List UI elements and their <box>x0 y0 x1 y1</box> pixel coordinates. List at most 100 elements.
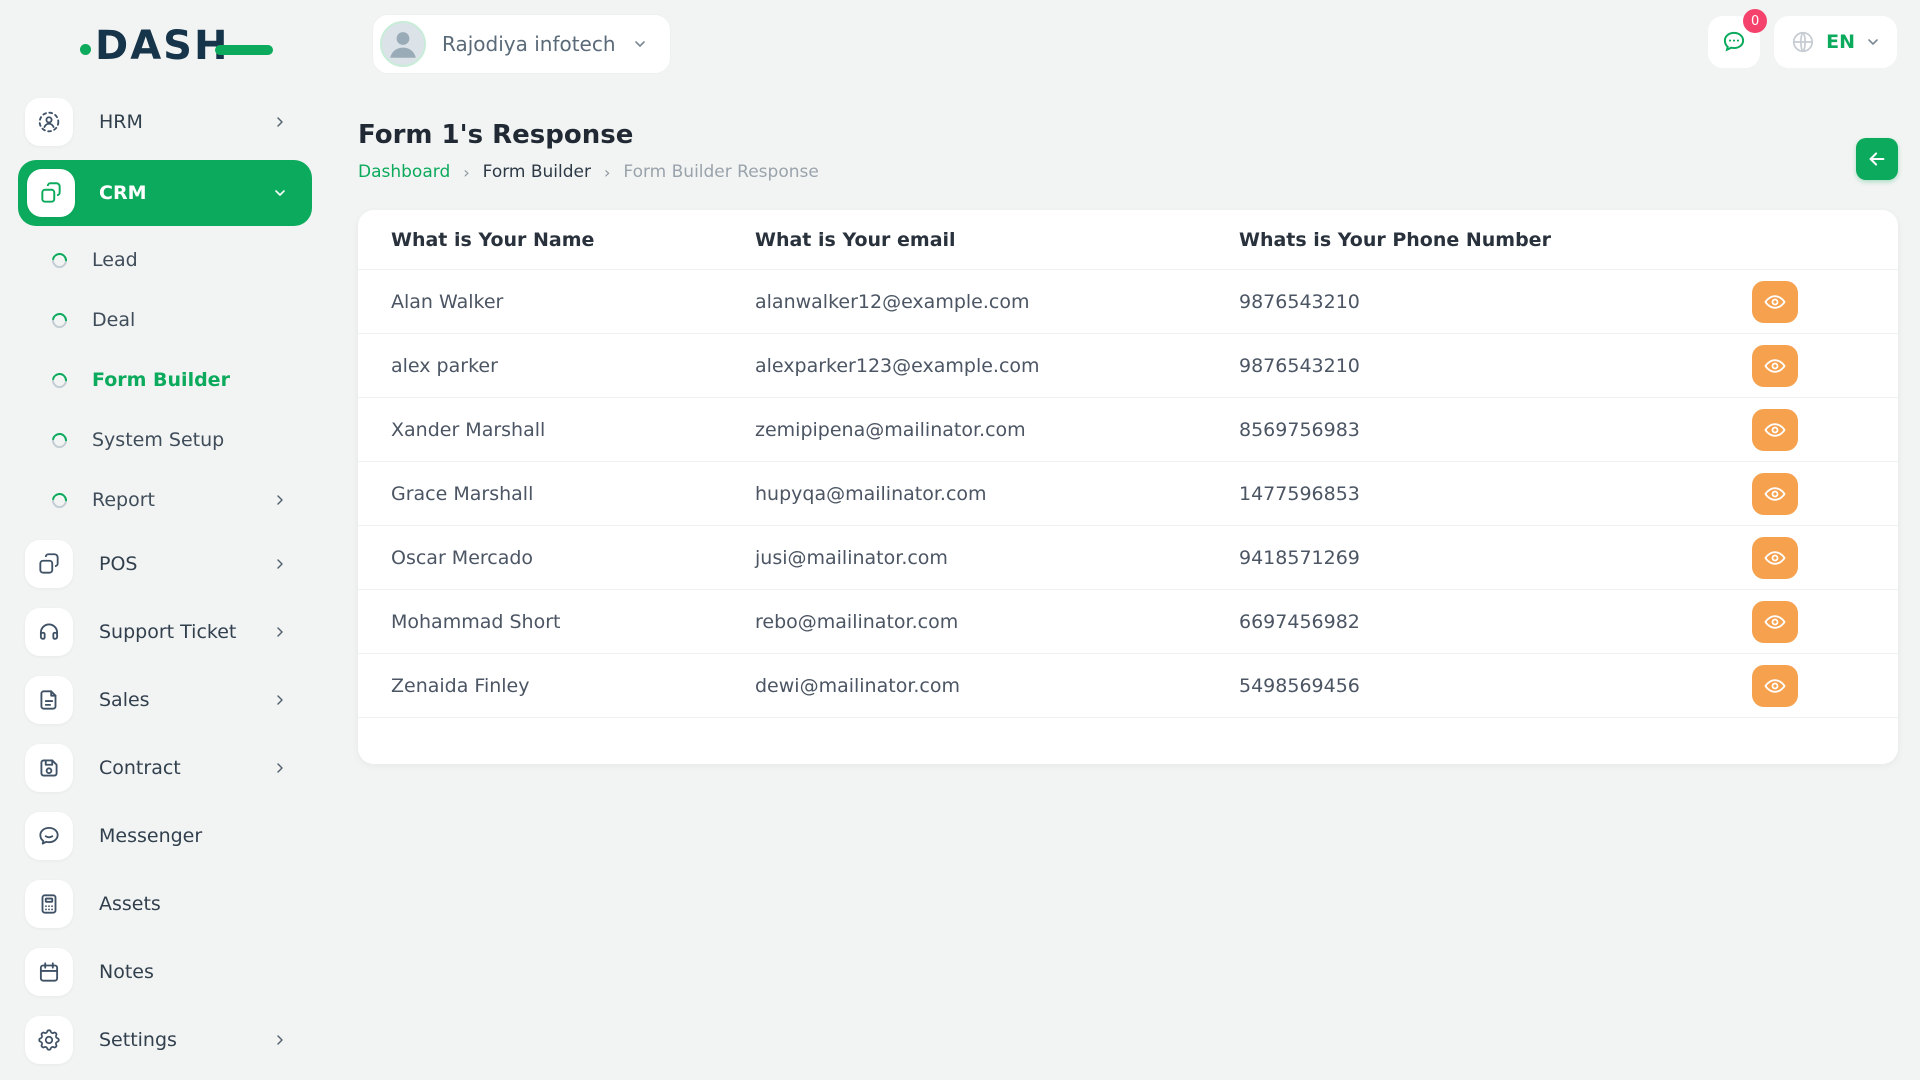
sidebar-item-label: Contract <box>99 757 181 779</box>
table-row: alex parker alexparker123@example.com 98… <box>358 334 1898 398</box>
breadcrumb-separator: › <box>463 163 469 182</box>
view-response-button[interactable] <box>1752 281 1798 323</box>
column-header-phone: Whats is Your Phone Number <box>1239 229 1752 251</box>
cell-name: Alan Walker <box>391 291 755 313</box>
table-row: Xander Marshall zemipipena@mailinator.co… <box>358 398 1898 462</box>
sidebar-item-label: POS <box>99 553 137 575</box>
cell-name: alex parker <box>391 355 755 377</box>
cell-name: Mohammad Short <box>391 611 755 633</box>
chevron-right-icon <box>272 1032 288 1048</box>
cell-phone: 8569756983 <box>1239 419 1752 441</box>
crm-icon <box>27 169 75 217</box>
chevron-right-icon <box>272 692 288 708</box>
sidebar-subitem-label: Lead <box>92 249 138 271</box>
eye-icon <box>1763 418 1787 442</box>
language-code: EN <box>1826 31 1855 53</box>
chevron-right-icon <box>272 556 288 572</box>
sidebar-item-label: Messenger <box>99 825 202 847</box>
chevron-right-icon <box>272 114 288 130</box>
eye-icon <box>1763 482 1787 506</box>
cell-email: alexparker123@example.com <box>755 355 1239 377</box>
chevron-down-icon <box>272 185 288 201</box>
avatar <box>380 21 426 67</box>
breadcrumb-current: Form Builder Response <box>623 162 818 182</box>
column-header-email: What is Your email <box>755 229 1239 251</box>
cell-email: rebo@mailinator.com <box>755 611 1239 633</box>
sidebar-subitem-system-setup[interactable]: System Setup <box>0 410 330 470</box>
sidebar-item-notes[interactable]: Notes <box>0 938 330 1006</box>
headphones-icon <box>25 608 73 656</box>
table-header-row: What is Your Name What is Your email Wha… <box>358 210 1898 270</box>
floppy-disk-icon <box>25 744 73 792</box>
sidebar-item-assets[interactable]: Assets <box>0 870 330 938</box>
eye-icon <box>1763 354 1787 378</box>
sidebar-item-label: HRM <box>99 111 143 133</box>
sidebar-item-label: Assets <box>99 893 161 915</box>
logo-dash-icon <box>215 45 273 55</box>
sidebar-subitem-form-builder[interactable]: Form Builder <box>0 350 330 410</box>
sidebar-subitem-label: Form Builder <box>92 369 230 391</box>
cell-phone: 9876543210 <box>1239 355 1752 377</box>
bullet-icon <box>49 309 70 330</box>
sidebar-item-label: Sales <box>99 689 150 711</box>
gear-icon <box>25 1016 73 1064</box>
eye-icon <box>1763 290 1787 314</box>
messenger-icon <box>25 812 73 860</box>
cell-name: Grace Marshall <box>391 483 755 505</box>
cell-email: zemipipena@mailinator.com <box>755 419 1239 441</box>
sidebar-item-messenger[interactable]: Messenger <box>0 802 330 870</box>
sidebar-subitem-lead[interactable]: Lead <box>0 230 330 290</box>
bullet-icon <box>49 489 70 510</box>
logo-text: DASH <box>95 26 229 66</box>
sidebar-item-settings[interactable]: Settings <box>0 1006 330 1074</box>
calendar-icon <box>25 948 73 996</box>
column-header-name: What is Your Name <box>391 229 755 251</box>
cell-phone: 9876543210 <box>1239 291 1752 313</box>
cell-email: alanwalker12@example.com <box>755 291 1239 313</box>
sidebar-item-label: Support Ticket <box>99 621 236 643</box>
view-response-button[interactable] <box>1752 665 1798 707</box>
cell-phone: 9418571269 <box>1239 547 1752 569</box>
main-content: Form 1's Response Dashboard › Form Build… <box>358 120 1898 764</box>
view-response-button[interactable] <box>1752 537 1798 579</box>
chevron-down-icon <box>1865 34 1881 50</box>
eye-icon <box>1763 674 1787 698</box>
sidebar-item-label: Settings <box>99 1029 177 1051</box>
cell-email: jusi@mailinator.com <box>755 547 1239 569</box>
eye-icon <box>1763 610 1787 634</box>
table-row: Grace Marshall hupyqa@mailinator.com 147… <box>358 462 1898 526</box>
table-row: Zenaida Finley dewi@mailinator.com 54985… <box>358 654 1898 718</box>
breadcrumb-form-builder[interactable]: Form Builder <box>483 162 591 182</box>
sidebar-item-crm[interactable]: CRM <box>18 160 312 226</box>
page-title: Form 1's Response <box>358 120 1898 150</box>
table-row: Oscar Mercado jusi@mailinator.com 941857… <box>358 526 1898 590</box>
logo[interactable]: DASH <box>80 26 273 66</box>
sidebar-item-pos[interactable]: POS <box>0 530 330 598</box>
language-selector[interactable]: EN <box>1774 16 1897 68</box>
cell-name: Zenaida Finley <box>391 675 755 697</box>
workspace-name: Rajodiya infotech <box>442 32 616 56</box>
arrow-left-icon <box>1866 148 1888 170</box>
chevron-right-icon <box>272 760 288 776</box>
sidebar-item-sales[interactable]: Sales <box>0 666 330 734</box>
breadcrumb-separator: › <box>604 163 610 182</box>
cell-email: hupyqa@mailinator.com <box>755 483 1239 505</box>
chat-bubble-icon <box>1720 28 1748 56</box>
sidebar-item-hrm[interactable]: HRM <box>0 88 330 156</box>
back-button[interactable] <box>1856 138 1898 180</box>
breadcrumb-dashboard[interactable]: Dashboard <box>358 162 450 182</box>
document-icon <box>25 676 73 724</box>
globe-icon <box>1790 29 1816 55</box>
view-response-button[interactable] <box>1752 473 1798 515</box>
sidebar-item-contract[interactable]: Contract <box>0 734 330 802</box>
eye-icon <box>1763 546 1787 570</box>
sidebar-subitem-deal[interactable]: Deal <box>0 290 330 350</box>
sidebar-item-support-ticket[interactable]: Support Ticket <box>0 598 330 666</box>
workspace-dropdown[interactable]: Rajodiya infotech <box>372 14 671 74</box>
view-response-button[interactable] <box>1752 601 1798 643</box>
sidebar-subitem-report[interactable]: Report <box>0 470 330 530</box>
view-response-button[interactable] <box>1752 345 1798 387</box>
messages-button[interactable]: 0 <box>1708 16 1760 68</box>
table-row: Alan Walker alanwalker12@example.com 987… <box>358 270 1898 334</box>
view-response-button[interactable] <box>1752 409 1798 451</box>
